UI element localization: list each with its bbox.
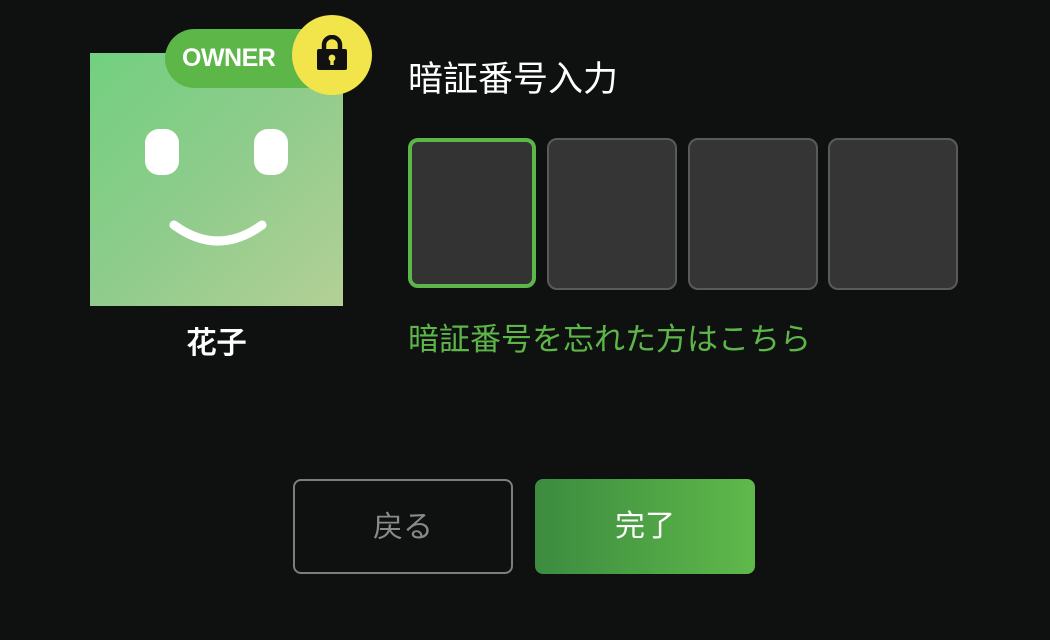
lock-icon: [317, 35, 347, 70]
pin-digit-1[interactable]: [408, 138, 536, 288]
profile-avatar[interactable]: [90, 53, 343, 306]
avatar-mouth: [169, 220, 267, 246]
pin-digit-3[interactable]: [688, 138, 818, 290]
avatar-right-eye: [254, 129, 288, 175]
profile-name: 花子: [186, 326, 247, 361]
pin-digit-2[interactable]: [547, 138, 677, 290]
owner-badge-label: OWNER: [182, 44, 276, 72]
done-button[interactable]: 完了: [535, 479, 755, 574]
lock-badge: [292, 15, 372, 95]
forgot-pin-link[interactable]: 暗証番号を忘れた方はこちら: [408, 318, 811, 362]
pin-digit-4[interactable]: [828, 138, 958, 290]
avatar-left-eye: [145, 129, 179, 175]
pin-title: 暗証番号入力: [408, 60, 619, 100]
back-button[interactable]: 戻る: [293, 479, 513, 574]
